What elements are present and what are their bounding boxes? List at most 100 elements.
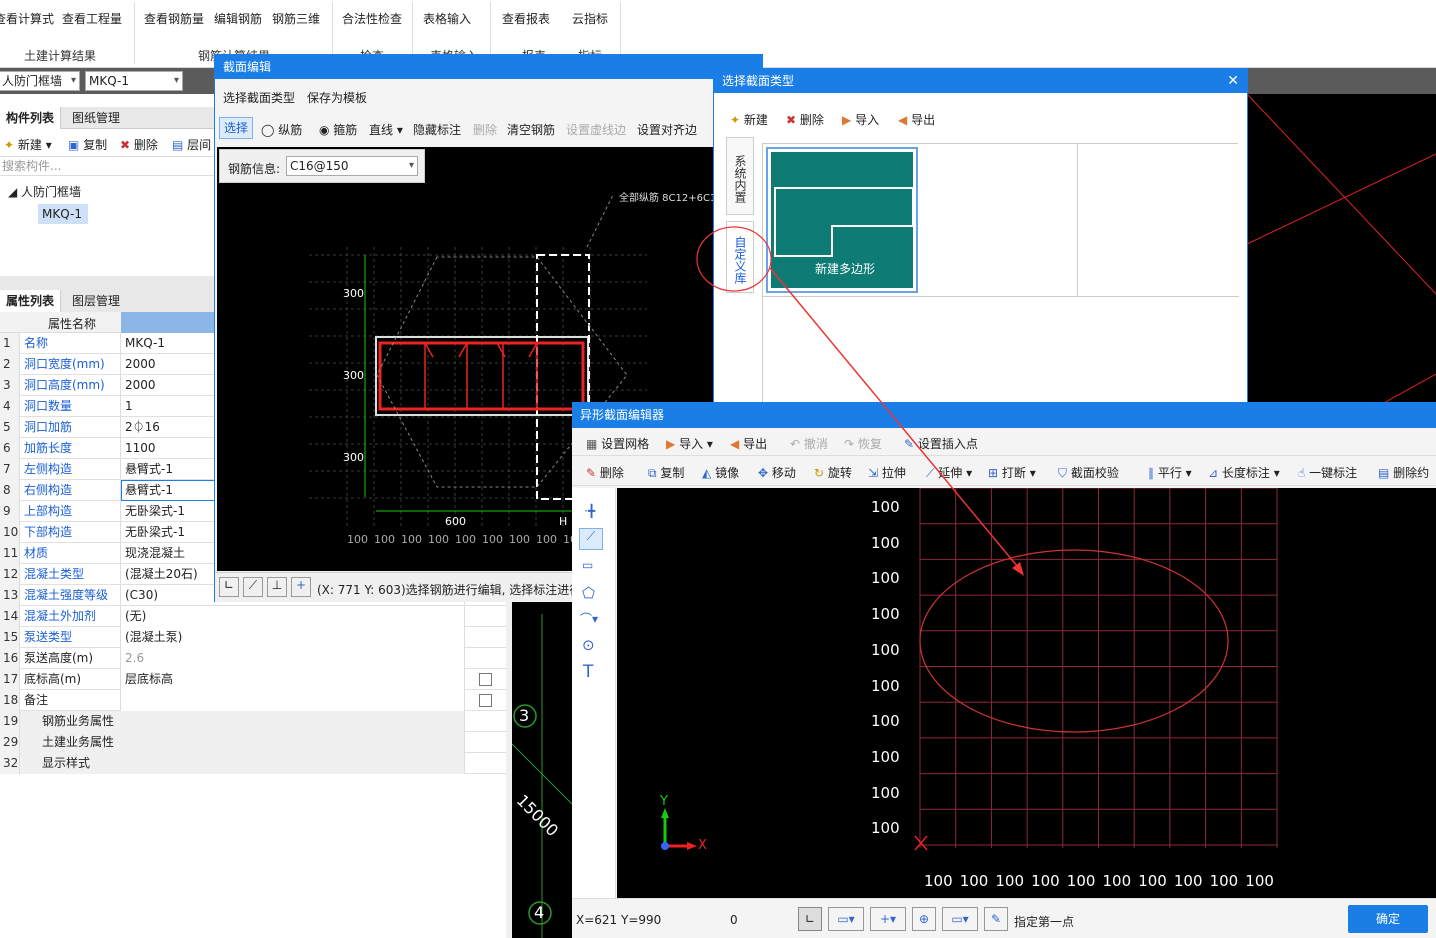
line-dropdown[interactable]: 直线 ▾ — [369, 121, 403, 138]
text-tool-icon[interactable]: T — [583, 662, 593, 682]
tab-builtin[interactable]: 系统内置 — [726, 137, 754, 215]
tree-item-mkq1[interactable]: MKQ-1 — [38, 204, 88, 224]
property-value[interactable] — [121, 690, 465, 711]
property-value[interactable]: 2.6 — [121, 648, 465, 669]
rectangle-tool-icon[interactable]: ▭ — [582, 558, 593, 572]
tab-properties[interactable]: 属性列表 — [0, 290, 62, 312]
view-quantity-button[interactable]: 查看工程量 — [62, 10, 122, 27]
tab-drawings[interactable]: 图纸管理 — [66, 107, 126, 129]
break-button[interactable]: ⊞ 打断 ▾ — [988, 464, 1036, 481]
new-button[interactable]: ✦ 新建 ▾ — [4, 136, 52, 153]
property-row[interactable]: 17 底标高(m) 层底标高 — [0, 669, 506, 690]
grid-label: 100 — [1173, 872, 1203, 890]
checkbox[interactable] — [479, 694, 492, 707]
line-tool-icon[interactable]: ⟋ — [579, 528, 603, 550]
arc-tool-icon[interactable]: ⌒▾ — [580, 610, 598, 627]
select-tool-button[interactable]: 选择 — [219, 117, 253, 139]
grid-label: 100 — [871, 747, 900, 766]
dialog-title: 异形截面编辑器 — [572, 402, 1436, 428]
import-section-button[interactable]: ▶ 导入 — [842, 111, 879, 128]
copy-button[interactable]: ⧉ 复制 — [648, 464, 684, 481]
view-rebar-button[interactable]: 查看钢筋量 — [144, 10, 204, 27]
ortho-icon[interactable]: ∟ — [219, 577, 239, 597]
legality-check-button[interactable]: 合法性检查 — [342, 10, 402, 27]
clear-rebar-button[interactable]: 清空钢筋 — [507, 121, 555, 138]
set-grid-button[interactable]: ▦ 设置网格 — [586, 435, 649, 452]
property-row[interactable]: 14 混凝土外加剂 (无) — [0, 606, 506, 627]
property-value[interactable]: 层底标高 — [121, 669, 465, 690]
extend-button[interactable]: ⟋ 延伸 ▾ — [926, 464, 972, 481]
delete-button[interactable]: ✎ 删除 — [586, 464, 624, 481]
rebar-info-select[interactable]: C16@150 — [286, 156, 418, 176]
search-input[interactable]: 搜索构件... — [0, 156, 214, 176]
tab-layers[interactable]: 图层管理 — [66, 290, 126, 312]
point-tool-icon[interactable]: ·╋ — [584, 504, 595, 518]
mirror-button[interactable]: ◭ 镜像 — [702, 464, 739, 481]
property-row[interactable]: 18 备注 — [0, 690, 506, 711]
tree-root[interactable]: ◢ 人防门框墙 — [8, 183, 81, 200]
export-button[interactable]: ◀ 导出 — [730, 435, 767, 452]
delete-constraint-button[interactable]: ▤ 删除约 — [1378, 464, 1429, 481]
tab-components[interactable]: 构件列表 — [0, 107, 62, 129]
confirm-button[interactable]: 确定 — [1348, 905, 1428, 933]
copy-button[interactable]: ▣ 复制 — [68, 136, 107, 153]
longitudinal-radio[interactable]: ◯ 纵筋 — [261, 121, 302, 138]
property-value[interactable]: (无) — [121, 606, 465, 627]
property-row[interactable]: 16 泵送高度(m) 2.6 — [0, 648, 506, 669]
move-button[interactable]: ✥ 移动 — [758, 464, 796, 481]
annotate-icon[interactable]: ✎ — [984, 907, 1008, 931]
property-row[interactable]: 29+土建业务属性 — [0, 732, 506, 753]
new-section-button[interactable]: ✦ 新建 — [730, 111, 768, 128]
category-select[interactable]: 人防门框墙 — [0, 71, 80, 91]
rotate-button[interactable]: ↻ 旋转 — [814, 464, 852, 481]
stretch-button[interactable]: ⇲ 拉伸 — [868, 464, 906, 481]
redo-button[interactable]: ↷ 恢复 — [844, 435, 882, 452]
cloud-index-button[interactable]: 云指标 — [572, 10, 608, 27]
export-section-button[interactable]: ◀ 导出 — [898, 111, 935, 128]
length-dim-button[interactable]: ⊿ 长度标注 ▾ — [1208, 464, 1280, 481]
insert-point-icon[interactable]: ⊕ — [912, 907, 936, 931]
view-report-button[interactable]: 查看报表 — [502, 10, 550, 27]
checkbox[interactable] — [479, 673, 492, 686]
parallel-button[interactable]: ∥ 平行 ▾ — [1148, 464, 1192, 481]
dim-toggle-icon[interactable]: + — [291, 577, 311, 597]
import-button[interactable]: ▶ 导入 ▾ — [666, 435, 713, 452]
set-align-edge-button[interactable]: 设置对齐边 — [637, 121, 697, 138]
polygon-canvas[interactable]: Y X 100 100 100 100 100 100 100 100 100 100 100 10… — [617, 488, 1436, 898]
grid-label: 100 — [1102, 872, 1132, 890]
property-value[interactable]: (混凝土泵) — [121, 627, 465, 648]
rebar-3d-button[interactable]: 钢筋三维 — [272, 10, 320, 27]
property-key: 右侧构造 — [20, 480, 121, 501]
perp-icon[interactable]: ⊥ — [267, 577, 287, 597]
delete-section-button[interactable]: ✖ 删除 — [786, 111, 824, 128]
view-formula-button[interactable]: 查看计算式 — [0, 10, 54, 27]
element-select[interactable]: MKQ-1 — [85, 71, 183, 91]
polygon-tool-icon[interactable]: ⬠ — [582, 584, 595, 602]
property-row[interactable]: 32+显示样式 — [0, 753, 506, 774]
section-status-text: (X: 771 Y: 603)选择钢筋进行编辑, 选择标注进行 — [317, 583, 582, 597]
close-icon[interactable]: ✕ — [1227, 69, 1239, 93]
save-template-button[interactable]: 保存为模板 — [307, 89, 367, 106]
property-row[interactable]: 15 泵送类型 (混凝土泵) — [0, 627, 506, 648]
set-insert-point-button[interactable]: ✎ 设置插入点 — [904, 435, 978, 452]
set-dashed-edge-button[interactable]: 设置虚线边 — [566, 121, 626, 138]
circle-tool-icon[interactable]: ⊙ — [582, 636, 595, 654]
delete-button[interactable]: ✖ 删除 — [120, 136, 158, 153]
ortho-icon[interactable]: ∟ — [798, 907, 822, 931]
property-row[interactable]: 19+钢筋业务属性 — [0, 711, 506, 732]
display-mode-icon[interactable]: ▭▾ — [942, 907, 978, 931]
table-input-button[interactable]: 表格输入 — [423, 10, 471, 27]
select-section-type-button[interactable]: 选择截面类型 — [223, 89, 295, 106]
snap-icon[interactable]: ⟋ — [243, 577, 263, 597]
snap-mode-icon[interactable]: ▭▾ — [828, 907, 864, 931]
section-check-button[interactable]: ⛉ 截面校验 — [1058, 464, 1119, 481]
undo-button[interactable]: ↶ 撤消 — [790, 435, 828, 452]
dim-mode-icon[interactable]: +▾ — [870, 907, 906, 931]
auto-dim-button[interactable]: ☝ 一键标注 — [1298, 464, 1357, 481]
interlayer-button[interactable]: ▤ 层间 — [172, 136, 211, 153]
edit-rebar-button[interactable]: 编辑钢筋 — [214, 10, 262, 27]
grid-label: 100 — [1066, 872, 1096, 890]
delete-tool-button[interactable]: 删除 — [473, 121, 497, 138]
hide-dim-button[interactable]: 隐藏标注 — [413, 121, 461, 138]
stirrup-radio[interactable]: ◉ 箍筋 — [319, 121, 357, 138]
